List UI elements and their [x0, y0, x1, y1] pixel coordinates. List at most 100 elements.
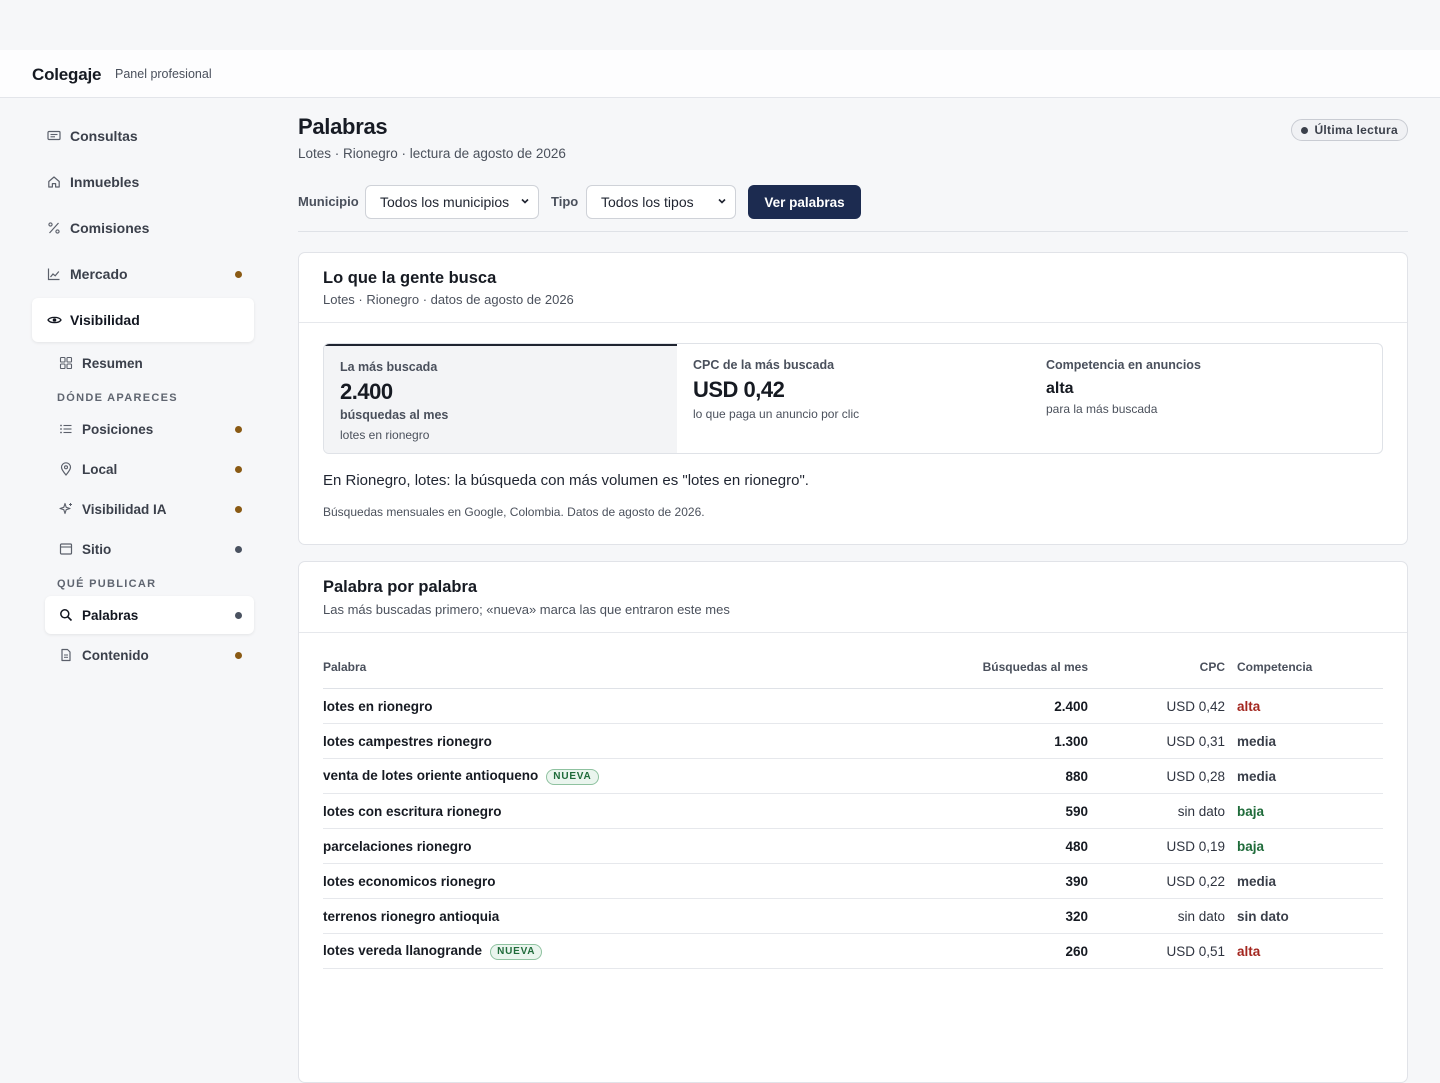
competition-cell: media: [1237, 758, 1383, 794]
metric-label: CPC de la más buscada: [693, 358, 835, 372]
keyword-text: lotes vereda llanogrande: [323, 942, 483, 958]
metric-note: para la más buscada: [1046, 402, 1158, 416]
visibility-submenu: Resumen DÓNDE APARECES Posiciones Local …: [45, 344, 254, 674]
sidebar-item-contenido[interactable]: Contenido: [45, 636, 254, 674]
keyword-text: lotes con escritura rionegro: [323, 803, 502, 819]
summary-card: Lo que la gente busca Lotes · Rionegro ·…: [298, 252, 1408, 545]
percent-icon: [46, 220, 62, 236]
keyword-cell: lotes vereda llanogrande NUEVA: [323, 933, 923, 969]
sidebar-item-visibilidad-ia[interactable]: Visibilidad IA: [45, 490, 254, 528]
metric-cpc: CPC de la más buscada USD 0,42 lo que pa…: [677, 344, 1030, 453]
metric-value: USD 0,42: [693, 377, 785, 402]
volume-cell: 1.300: [923, 723, 1088, 759]
volume-cell: 480: [923, 828, 1088, 864]
sparkle-icon: [58, 501, 74, 517]
badge-dot: [1301, 126, 1309, 134]
competition-cell: media: [1237, 723, 1383, 759]
ver-palabras-button[interactable]: Ver palabras: [748, 185, 861, 219]
competition-cell: sin dato: [1237, 898, 1383, 934]
table-row[interactable]: parcelaciones rionegro 480 USD 0,19 baja: [323, 828, 1383, 864]
table-row[interactable]: lotes con escritura rionegro 590 sin dato b…: [323, 793, 1383, 829]
sidebar-item-comisiones[interactable]: Comisiones: [32, 206, 254, 250]
top-header: Colegaje Panel profesional: [0, 50, 1440, 98]
status-dot: [235, 545, 242, 553]
status-dot: [235, 425, 242, 433]
chevron-down-icon: [521, 198, 529, 204]
source-note: Búsquedas mensuales en Google, Colombia.…: [323, 505, 705, 519]
column-header-cpc[interactable]: CPC: [1088, 646, 1237, 689]
table-row[interactable]: lotes vereda llanogrande NUEVA 260 USD 0,51…: [323, 933, 1383, 969]
competition-cell: media: [1237, 863, 1383, 899]
keyword-cell: lotes en rionegro: [323, 688, 923, 724]
keyword-text: terrenos rionegro antioquia: [323, 908, 500, 924]
table-row[interactable]: lotes en rionegro 2.400 USD 0,42 alta: [323, 688, 1383, 724]
column-header-palabra[interactable]: Palabra: [323, 646, 923, 689]
metric-value: alta: [1046, 380, 1074, 397]
competition-cell: baja: [1237, 793, 1383, 829]
table-row[interactable]: venta de lotes oriente antioqueno NUEVA 88…: [323, 758, 1383, 794]
sidebar-item-visibilidad[interactable]: Visibilidad: [32, 298, 254, 342]
brand-logo[interactable]: Colegaje: [32, 65, 101, 85]
sidebar-item-mercado[interactable]: Mercado: [32, 252, 254, 296]
table-row[interactable]: lotes campestres rionegro 1.300 USD 0,31 me…: [323, 723, 1383, 759]
sidebar-item-sitio[interactable]: Sitio: [45, 530, 254, 568]
sidebar-item-label: Palabras: [82, 607, 139, 623]
column-header-competencia[interactable]: Competencia: [1237, 646, 1383, 689]
competition-cell: alta: [1237, 933, 1383, 969]
tipo-label: Tipo: [551, 194, 579, 209]
metric-note: lotes en rionegro: [340, 428, 430, 442]
last-reading-badge: Última lectura: [1291, 119, 1408, 141]
eye-icon: [46, 312, 62, 328]
sidebar-item-label: Consultas: [70, 128, 138, 144]
metric-note: lo que paga un anuncio por clic: [693, 407, 860, 421]
list-icon: [58, 421, 74, 437]
keyword-text: lotes en rionegro: [323, 698, 433, 714]
municipio-select[interactable]: Todos los municipios: [365, 185, 539, 219]
tipo-select[interactable]: Todos los tipos: [586, 185, 736, 219]
volume-cell: 260: [923, 933, 1088, 969]
keyword-cell: lotes economicos rionegro: [323, 863, 923, 899]
keyword-text: venta de lotes oriente antioqueno: [323, 767, 539, 783]
volume-cell: 320: [923, 898, 1088, 934]
new-badge: NUEVA: [546, 768, 599, 785]
grid-icon: [58, 355, 74, 371]
page-title: Palabras: [298, 114, 388, 139]
sidebar-item-consultas[interactable]: Consultas: [32, 114, 254, 158]
card-header: Lo que la gente busca Lotes · Rionegro ·…: [299, 253, 1407, 323]
sidebar-item-resumen[interactable]: Resumen: [45, 344, 254, 382]
cpc-cell: USD 0,31: [1088, 723, 1237, 759]
keyword-cell: terrenos rionegro antioquia: [323, 898, 923, 934]
sidebar-item-label: Mercado: [70, 266, 128, 282]
cpc-cell: USD 0,42: [1088, 688, 1237, 724]
keyword-text: lotes campestres rionegro: [323, 733, 492, 749]
keyword-cell: lotes con escritura rionegro: [323, 793, 923, 829]
table-header-row: Palabra Búsquedas al mes CPC Competencia: [323, 646, 1383, 689]
table-row[interactable]: lotes economicos rionegro 390 USD 0,22 medi…: [323, 863, 1383, 899]
divider: [298, 231, 1408, 232]
card-title: Lo que la gente busca: [323, 269, 497, 287]
table-row[interactable]: terrenos rionegro antioquia 320 sin dato si…: [323, 898, 1383, 934]
competition-cell: baja: [1237, 828, 1383, 864]
cpc-cell: USD 0,19: [1088, 828, 1237, 864]
card-subtitle: Lotes · Rionegro · datos de agosto de 20…: [323, 292, 574, 307]
home-icon: [46, 174, 62, 190]
sidebar-item-local[interactable]: Local: [45, 450, 254, 488]
new-badge: NUEVA: [490, 943, 543, 960]
insight-text: En Rionegro, lotes: la búsqueda con más …: [323, 472, 809, 489]
sidebar-item-label: Comisiones: [70, 220, 150, 236]
column-header-busquedas[interactable]: Búsquedas al mes: [923, 646, 1088, 689]
card-title: Palabra por palabra: [323, 578, 478, 596]
sidebar-item-inmuebles[interactable]: Inmuebles: [32, 160, 254, 204]
metric-label: La más buscada: [340, 360, 438, 374]
volume-cell: 590: [923, 793, 1088, 829]
sidebar-item-palabras[interactable]: Palabras: [45, 596, 254, 634]
cpc-cell: USD 0,22: [1088, 863, 1237, 899]
sidebar-item-label: Local: [82, 461, 118, 477]
table-body: lotes en rionegro 2.400 USD 0,42 alta lotes …: [323, 688, 1383, 969]
card-header: Palabra por palabra Las más buscadas pri…: [299, 562, 1407, 633]
keyword-cell: parcelaciones rionegro: [323, 828, 923, 864]
sidebar-item-label: Contenido: [82, 647, 149, 663]
badge-label: Última lectura: [1314, 123, 1398, 137]
status-dot: [235, 465, 242, 473]
sidebar-item-posiciones[interactable]: Posiciones: [45, 410, 254, 448]
